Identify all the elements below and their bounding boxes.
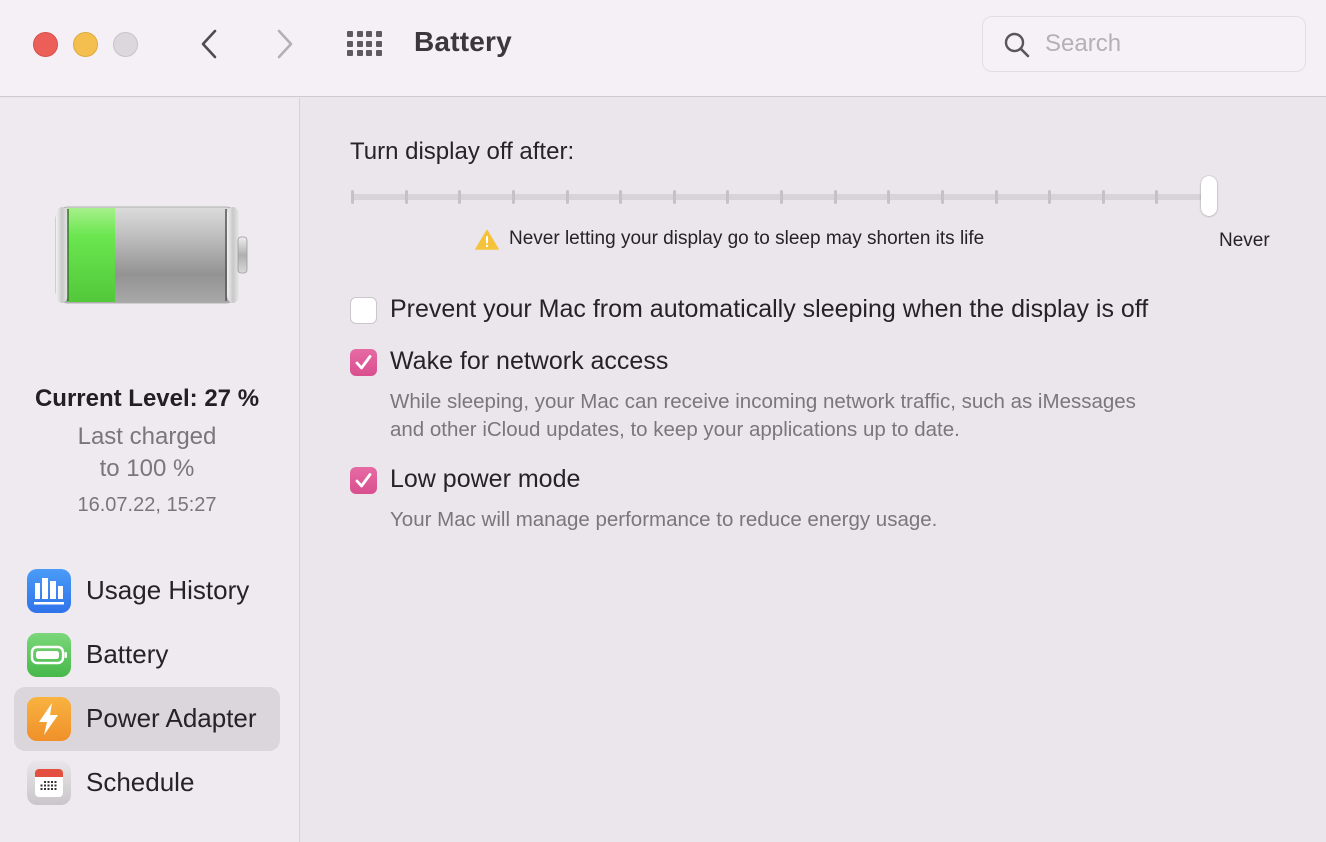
slider-tick — [619, 190, 623, 204]
last-charged-date: 16.07.22, 15:27 — [77, 494, 217, 516]
minimize-window-button[interactable] — [73, 32, 98, 57]
sleep-warning: Never letting your display go to sleep m… — [475, 228, 984, 250]
grid-dot — [347, 40, 353, 47]
sidebar-item-usage-history[interactable]: Usage History — [14, 559, 280, 623]
wake-network-checkbox[interactable] — [350, 349, 377, 376]
chevron-right-icon — [277, 29, 293, 59]
wake-network-label: Wake for network access — [390, 347, 669, 375]
grid-dot — [366, 31, 372, 37]
current-level-text: Current Level: 27 % — [34, 385, 260, 412]
grid-dot — [347, 50, 353, 56]
prevent-sleep-label: Prevent your Mac from automatically slee… — [390, 295, 1149, 323]
grid-dot — [356, 31, 363, 37]
low-power-checkbox[interactable] — [350, 467, 377, 494]
slider-thumb[interactable] — [1201, 176, 1217, 216]
prevent-sleep-checkbox[interactable] — [350, 297, 377, 324]
battery-icon — [27, 633, 71, 677]
sidebar-item-label: Usage History — [86, 575, 250, 605]
grid-dot — [356, 40, 363, 47]
warning-icon — [475, 229, 499, 250]
sidebar-item-label: Schedule — [86, 767, 195, 797]
search-input[interactable] — [1045, 25, 1295, 63]
grid-dot — [356, 50, 363, 56]
zoom-window-button[interactable] — [113, 32, 138, 57]
search-icon — [1004, 32, 1030, 58]
back-button[interactable] — [195, 26, 225, 62]
low-power-description: Your Mac will manage performance to redu… — [390, 506, 937, 534]
checkmark-icon — [355, 355, 372, 370]
slider-tick — [404, 190, 408, 204]
last-charged-line1: Last charged — [77, 423, 217, 450]
sidebar-item-schedule[interactable]: Schedule — [14, 751, 280, 815]
sidebar-item-label: Power Adapter — [86, 703, 257, 733]
window-title: Battery — [414, 26, 512, 57]
forward-button[interactable] — [270, 26, 300, 62]
slider-end-label: Never — [1219, 230, 1270, 251]
slider-tick — [887, 190, 891, 204]
chevron-left-icon — [201, 29, 217, 59]
search-field[interactable] — [982, 16, 1306, 72]
slider-tick — [565, 190, 569, 204]
display-off-label: Turn display off after: — [350, 138, 575, 165]
power-adapter-pane: Turn display off after: Never letting yo… — [301, 98, 1326, 842]
checkmark-icon — [355, 473, 372, 488]
warning-text: Never letting your display go to sleep m… — [509, 228, 985, 249]
display-off-slider[interactable] — [349, 176, 1219, 220]
slider-tick — [458, 190, 462, 204]
description-line: Your Mac will manage performance to redu… — [390, 508, 938, 531]
description-line: While sleeping, your Mac can receive inc… — [390, 390, 1136, 413]
slider-tick — [726, 190, 730, 204]
sidebar-item-label: Battery — [86, 639, 169, 669]
usage-history-icon — [27, 569, 71, 613]
battery-fill — [67, 208, 115, 302]
last-charged-text: Last charged to 100 % — [0, 421, 294, 485]
sidebar-item-power-adapter[interactable]: Power Adapter — [14, 687, 280, 751]
slider-tick — [833, 190, 837, 204]
low-power-label: Low power mode — [390, 465, 581, 493]
grid-dot — [347, 31, 353, 37]
slider-tick — [511, 190, 515, 204]
wake-network-description: While sleeping, your Mac can receive inc… — [390, 388, 1136, 444]
show-all-button[interactable] — [345, 29, 385, 59]
slider-tick — [1048, 190, 1052, 204]
sidebar: Current Level: 27 % Last charged to 100 … — [0, 98, 300, 842]
slider-tick — [351, 190, 354, 204]
last-charged-line2: to 100 % — [99, 455, 195, 482]
grid-dot — [375, 50, 382, 56]
battery-level-graphic — [55, 205, 251, 310]
slider-tick — [1155, 190, 1159, 204]
grid-dot — [366, 40, 372, 47]
slider-tick — [994, 190, 998, 204]
slider-tick — [1101, 190, 1105, 204]
grid-dot — [375, 31, 382, 37]
grid-dot — [366, 50, 372, 56]
slider-tick — [672, 190, 676, 204]
power-adapter-icon — [27, 697, 71, 741]
titlebar: Battery — [0, 0, 1326, 97]
slider-tick — [940, 190, 944, 204]
grid-dot — [375, 40, 382, 47]
slider-tick — [780, 190, 783, 204]
sidebar-item-battery[interactable]: Battery — [14, 623, 280, 687]
close-window-button[interactable] — [33, 32, 58, 57]
schedule-icon — [27, 761, 71, 805]
description-line: and other iCloud updates, to keep your a… — [390, 418, 960, 441]
